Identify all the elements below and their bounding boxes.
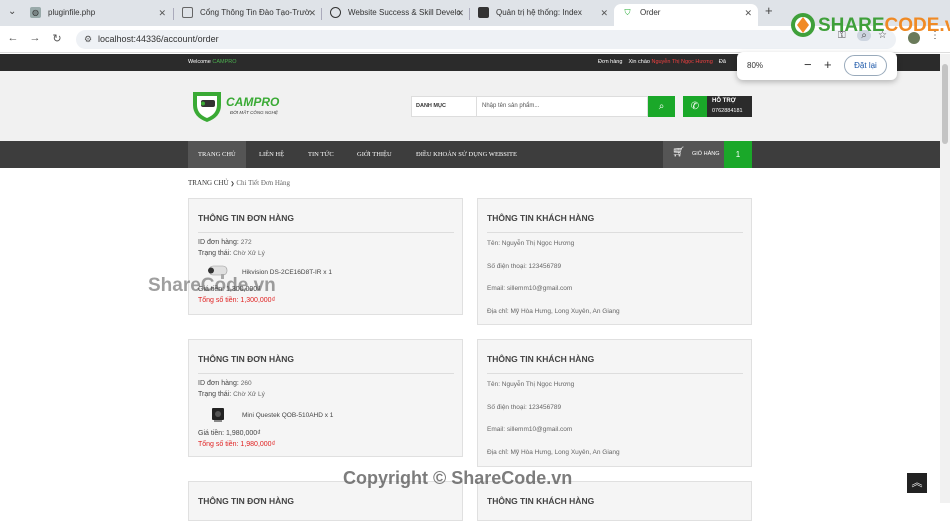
support-label: HỖ TRỢ: [712, 98, 736, 104]
campro-icon: ⛉: [624, 8, 631, 17]
order-total: 1,300,000₫: [240, 297, 276, 304]
customer-name: Tên: Nguyễn Thị Ngọc Hương: [487, 240, 575, 247]
browser-tab-active[interactable]: ⛉ Order ✕: [614, 4, 758, 26]
browser-tab[interactable]: Quản trị hệ thống: Index ✕: [470, 4, 614, 26]
breadcrumb-current: Chi Tiết Đơn Hàng: [236, 179, 291, 187]
scrollbar-thumb[interactable]: [942, 64, 948, 144]
logo-tagline: ĐỜI MẮT CÔNG NGHỆ: [230, 110, 278, 115]
globe-icon: ◍: [30, 7, 41, 18]
zoom-popup: 80% − + Đặt lại: [737, 52, 897, 80]
campro-logo-icon[interactable]: [190, 89, 224, 123]
tab-search-icon[interactable]: ⌄: [8, 6, 16, 17]
site-info-icon[interactable]: ⚙: [84, 34, 92, 45]
menu-about[interactable]: GIỚI THIỆU: [357, 141, 392, 168]
cart-button[interactable]: 🛒︎ GIỎ HÀNG: [663, 141, 724, 168]
menu-home[interactable]: TRANG CHỦ: [188, 141, 246, 168]
breadcrumb: TRANG CHỦ ❯ Chi Tiết Đơn Hàng: [188, 179, 291, 187]
order-title: THÔNG TIN ĐƠN HÀNG: [198, 354, 295, 364]
breadcrumb-home[interactable]: TRANG CHỦ: [188, 179, 229, 187]
close-tab-icon[interactable]: ✕: [456, 4, 464, 22]
customer-address: Địa chỉ: Mỹ Hòa Hưng, Long Xuyên, An Gia…: [487, 308, 620, 315]
close-tab-icon[interactable]: ✕: [600, 4, 608, 22]
cart-count[interactable]: 1: [724, 141, 752, 168]
phone-icon: ✆: [683, 96, 707, 117]
scroll-to-top-button[interactable]: ︽: [907, 473, 927, 493]
browser-tab[interactable]: Cổng Thông Tin Đào Tạo-Trườ ✕: [174, 4, 322, 26]
zoom-out-button[interactable]: −: [804, 57, 812, 72]
support-box: ✆ HỖ TRỢ 0762884181: [683, 96, 752, 117]
logout-link[interactable]: Đă: [719, 59, 726, 65]
search-box: DANH MỤC Nhập tên sản phẩm...: [411, 96, 648, 117]
customer-title: THÔNG TIN KHÁCH HÀNG: [487, 213, 595, 223]
site-header: CAMPRO ĐỜI MẮT CÔNG NGHỆ DANH MỤC Nhập t…: [0, 71, 940, 141]
url-text[interactable]: localhost:44336/account/order: [98, 34, 219, 44]
order-id: 260: [240, 380, 252, 387]
order-price: 1,980,000₫: [226, 430, 261, 437]
cart-icon: 🛒︎: [672, 147, 685, 158]
search-input[interactable]: Nhập tên sản phẩm...: [482, 103, 539, 109]
customer-title: THÔNG TIN KHÁCH HÀNG: [487, 354, 595, 364]
url-bar[interactable]: ⚙ localhost:44336/account/order: [76, 30, 896, 49]
order-card: THÔNG TIN ĐƠN HÀNG ID đơn hàng: 272 Trạn…: [188, 198, 463, 315]
back-icon[interactable]: ←: [6, 32, 20, 44]
product-camera-image[interactable]: [205, 406, 231, 424]
new-tab-button[interactable]: +: [765, 3, 773, 18]
customer-phone: Số điện thoại: 123456789: [487, 263, 562, 270]
menu-contact[interactable]: LIÊN HỆ: [259, 141, 284, 168]
menu-terms[interactable]: ĐIỀU KHOẢN SỬ DỤNG WEBSITE: [416, 141, 517, 168]
sharecode-logo-icon: [791, 13, 815, 37]
watermark-center: ShareCode.vn: [148, 275, 276, 296]
order-title: THÔNG TIN ĐƠN HÀNG: [198, 496, 295, 506]
customer-title: THÔNG TIN KHÁCH HÀNG: [487, 496, 595, 506]
order-total: 1,980,000₫: [240, 441, 276, 448]
page-icon: [182, 7, 193, 18]
customer-email: Email: sillemm10@gmail.com: [487, 426, 573, 433]
customer-card: THÔNG TIN KHÁCH HÀNG Tên: Nguyễn Thị Ngọ…: [477, 198, 752, 325]
admin-icon: [478, 7, 489, 18]
order-card: THÔNG TIN ĐƠN HÀNG ID đơn hàng: 260 Trạn…: [188, 339, 463, 457]
customer-email: Email: sillemm10@gmail.com: [487, 285, 573, 292]
support-phone: 0762884181: [712, 108, 743, 114]
orders-link[interactable]: Đơn hàng: [598, 59, 622, 65]
user-name-link[interactable]: Nguyễn Thị Ngọc Hương: [651, 59, 712, 65]
watermark-copyright: Copyright © ShareCode.vn: [343, 468, 573, 488]
zoom-reset-button[interactable]: Đặt lại: [844, 55, 887, 76]
close-tab-icon[interactable]: ✕: [744, 4, 752, 22]
zoom-in-button[interactable]: +: [824, 57, 832, 72]
close-tab-icon[interactable]: ✕: [158, 4, 166, 22]
browser-tab[interactable]: Website Success & Skill Develo ✕: [322, 4, 470, 26]
category-select[interactable]: DANH MỤC: [416, 103, 446, 109]
site-icon: [330, 7, 341, 18]
main-menu: TRANG CHỦ LIÊN HỆ TIN TỨC GIỚI THIỆU ĐIỀ…: [0, 141, 940, 168]
double-chevron-up-icon: ︽: [911, 477, 923, 489]
customer-card: THÔNG TIN KHÁCH HÀNG Tên: Nguyễn Thị Ngọ…: [477, 339, 752, 467]
logo-name[interactable]: CAMPRO: [226, 95, 279, 109]
customer-address: Địa chỉ: Mỹ Hòa Hưng, Long Xuyên, An Gia…: [487, 449, 620, 456]
order-title: THÔNG TIN ĐƠN HÀNG: [198, 213, 295, 223]
page-scrollbar[interactable]: [940, 54, 950, 503]
order-status: Chờ Xử Lý: [233, 250, 265, 257]
menu-news[interactable]: TIN TỨC: [308, 141, 334, 168]
browser-tab[interactable]: ◍ pluginfile.php ✕: [22, 4, 172, 26]
customer-phone: Số điện thoại: 123456789: [487, 404, 562, 411]
zoom-level: 80%: [747, 61, 764, 70]
customer-name: Tên: Nguyễn Thị Ngọc Hương: [487, 381, 575, 388]
order-id: 272: [240, 239, 252, 246]
reload-icon[interactable]: ↻: [50, 32, 64, 45]
close-tab-icon[interactable]: ✕: [308, 4, 316, 22]
product-line[interactable]: Mini Questek QOB-510AHD x 1: [242, 412, 333, 419]
forward-icon[interactable]: →: [28, 32, 42, 44]
search-button[interactable]: ⌕: [648, 96, 675, 117]
search-icon: ⌕: [658, 101, 665, 112]
order-status: Chờ Xử Lý: [233, 391, 265, 398]
